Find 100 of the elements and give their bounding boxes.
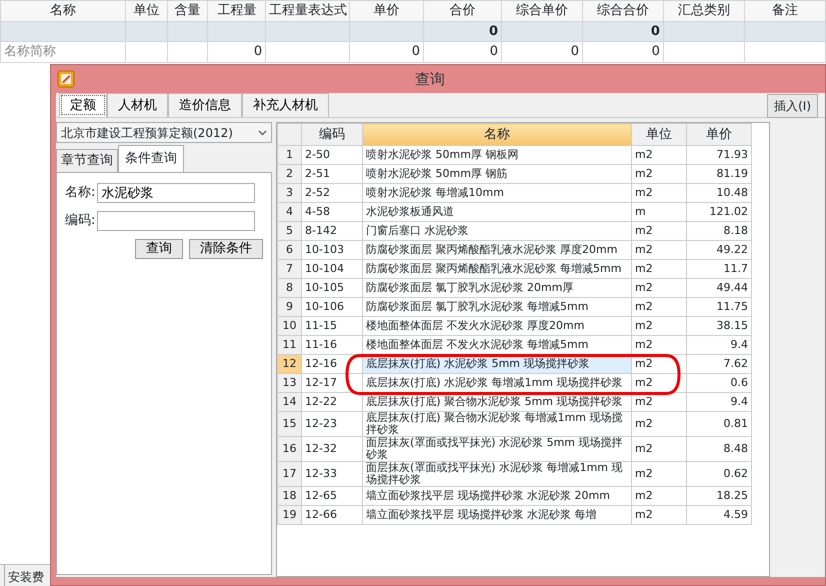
table-cell: 49.22: [686, 240, 752, 260]
table-cell: 0: [502, 42, 582, 62]
library-dropdown[interactable]: 北京市建设工程预算定额(2012): [56, 122, 272, 143]
table-cell: 门窗后塞口 水泥砂浆: [362, 222, 632, 240]
column-header: 工程量: [208, 0, 266, 21]
row-number: 7: [278, 260, 302, 278]
table-cell: 38.15: [686, 316, 752, 336]
table-cell: 10-105: [302, 278, 362, 298]
table-cell: m2: [632, 298, 686, 316]
table-cell: m2: [632, 506, 686, 524]
row-number: 9: [278, 298, 302, 316]
row-number: 5: [278, 222, 302, 240]
column-header[interactable]: 名称: [362, 124, 632, 146]
table-cell: 10-104: [302, 260, 362, 278]
column-header: 单价: [350, 0, 424, 21]
chevron-down-icon: [258, 130, 267, 136]
table-cell: 11-15: [302, 316, 362, 336]
table-cell: m: [632, 202, 686, 222]
table-cell: 4.59: [686, 506, 752, 524]
app-icon: [57, 70, 75, 88]
table-cell: 10-106: [302, 298, 362, 316]
table-cell: 底层抹灰(打底) 聚合物水泥砂浆 5mm 现场搅拌砂浆: [362, 392, 632, 412]
column-header: 工程量表达式: [266, 0, 350, 21]
table-cell: 喷射水泥砂浆 50mm厚 钢筋: [362, 164, 632, 184]
button[interactable]: 查询: [135, 238, 183, 258]
table-cell: 10.48: [686, 184, 752, 202]
table-cell: m2: [632, 436, 686, 462]
tab[interactable]: 补充人材机: [242, 93, 329, 117]
table-cell: 8-142: [302, 222, 362, 240]
column-header[interactable]: 单位: [632, 124, 686, 146]
column-header: 单位: [125, 0, 168, 21]
table-cell: 2-50: [302, 146, 362, 164]
table-cell: 0: [424, 21, 502, 42]
row-number: 13: [278, 374, 302, 392]
table-cell: 楼地面整体面层 不发火水泥砂浆 厚度20mm: [362, 316, 632, 336]
row-number: 18: [278, 486, 302, 506]
button[interactable]: 清除条件: [189, 238, 263, 258]
table-cell: 121.02: [686, 202, 752, 222]
table-cell: m2: [632, 184, 686, 202]
table-cell: 0.81: [686, 412, 752, 436]
table-cell: 防腐砂浆面层 聚丙烯酸酯乳液水泥砂浆 厚度20mm: [362, 240, 632, 260]
row-number: 11: [278, 336, 302, 354]
table-cell: 81.19: [686, 164, 752, 184]
input-field[interactable]: 水泥砂浆: [97, 182, 256, 202]
table-cell: 墙立面砂浆找平层 现场搅拌砂浆 水泥砂浆 每增: [362, 506, 632, 524]
table-cell: 面层抹灰(罩面或找平抹光) 水泥砂浆 每增减1mm 现场搅拌砂浆: [362, 462, 632, 486]
table-cell: 0: [582, 21, 664, 42]
row-number: 3: [278, 184, 302, 202]
table-cell: 0: [350, 42, 424, 62]
table-cell: 10-103: [302, 240, 362, 260]
table-cell: 9.4: [686, 336, 752, 354]
column-header[interactable]: 编码: [302, 124, 362, 146]
tab[interactable]: 造价信息: [168, 93, 242, 117]
column-header: 含量: [168, 0, 208, 21]
table-cell: 8.48: [686, 436, 752, 462]
field-label: 名称:: [65, 184, 96, 202]
row-number: 2: [278, 164, 302, 184]
row-number: 17: [278, 462, 302, 486]
table-cell: 0: [208, 42, 266, 62]
table-cell: m2: [632, 412, 686, 436]
table-cell: 防腐砂浆面层 氯丁胶乳水泥砂浆 每增减5mm: [362, 298, 632, 316]
column-header: 合价: [424, 0, 502, 21]
tab[interactable]: 条件查询: [118, 145, 184, 172]
sheet-tab[interactable]: 安装费: [4, 565, 47, 586]
table-cell: 12-66: [302, 506, 362, 524]
row-number: 1: [278, 146, 302, 164]
table-cell: 12-33: [302, 462, 362, 486]
table-cell: 面层抹灰(罩面或找平抹光) 水泥砂浆 5mm 现场搅拌砂浆: [362, 436, 632, 462]
table-cell: m2: [632, 146, 686, 164]
table-cell: 4-58: [302, 202, 362, 222]
row-number: 8: [278, 278, 302, 298]
table-cell: 2-52: [302, 184, 362, 202]
table-cell: 9.4: [686, 392, 752, 412]
table-cell: 2-51: [302, 164, 362, 184]
table-cell: 墙立面砂浆找平层 现场搅拌砂浆 水泥砂浆 20mm: [362, 486, 632, 506]
table-cell: 0.6: [686, 374, 752, 392]
row-number: 14: [278, 392, 302, 412]
table-cell: 12-32: [302, 436, 362, 462]
tab[interactable]: 定额: [59, 93, 107, 117]
table-cell: 18.25: [686, 486, 752, 506]
table-cell: 12-22: [302, 392, 362, 412]
tab[interactable]: 章节查询: [56, 149, 118, 172]
insert-button[interactable]: 插入(I): [767, 94, 818, 118]
row-number: 16: [278, 436, 302, 462]
table-cell: 底层抹灰(打底) 聚合物水泥砂浆 每增减1mm 现场搅拌砂浆: [362, 412, 632, 436]
input-field[interactable]: [97, 210, 256, 230]
table-cell: 名称简称: [0, 42, 125, 62]
table-cell: 12-65: [302, 486, 362, 506]
window-title: 查询: [414, 68, 446, 90]
table-cell: m2: [632, 316, 686, 336]
tab[interactable]: 人材机: [107, 93, 168, 117]
table-cell: 0.62: [686, 462, 752, 486]
column-header[interactable]: 单价: [686, 124, 752, 146]
row-number: 10: [278, 316, 302, 336]
table-cell: 0: [424, 42, 502, 62]
table-cell: m2: [632, 392, 686, 412]
table-cell: 12-17: [302, 374, 362, 392]
table-cell: m2: [632, 486, 686, 506]
table-cell: m2: [632, 354, 686, 374]
row-number: 15: [278, 412, 302, 436]
